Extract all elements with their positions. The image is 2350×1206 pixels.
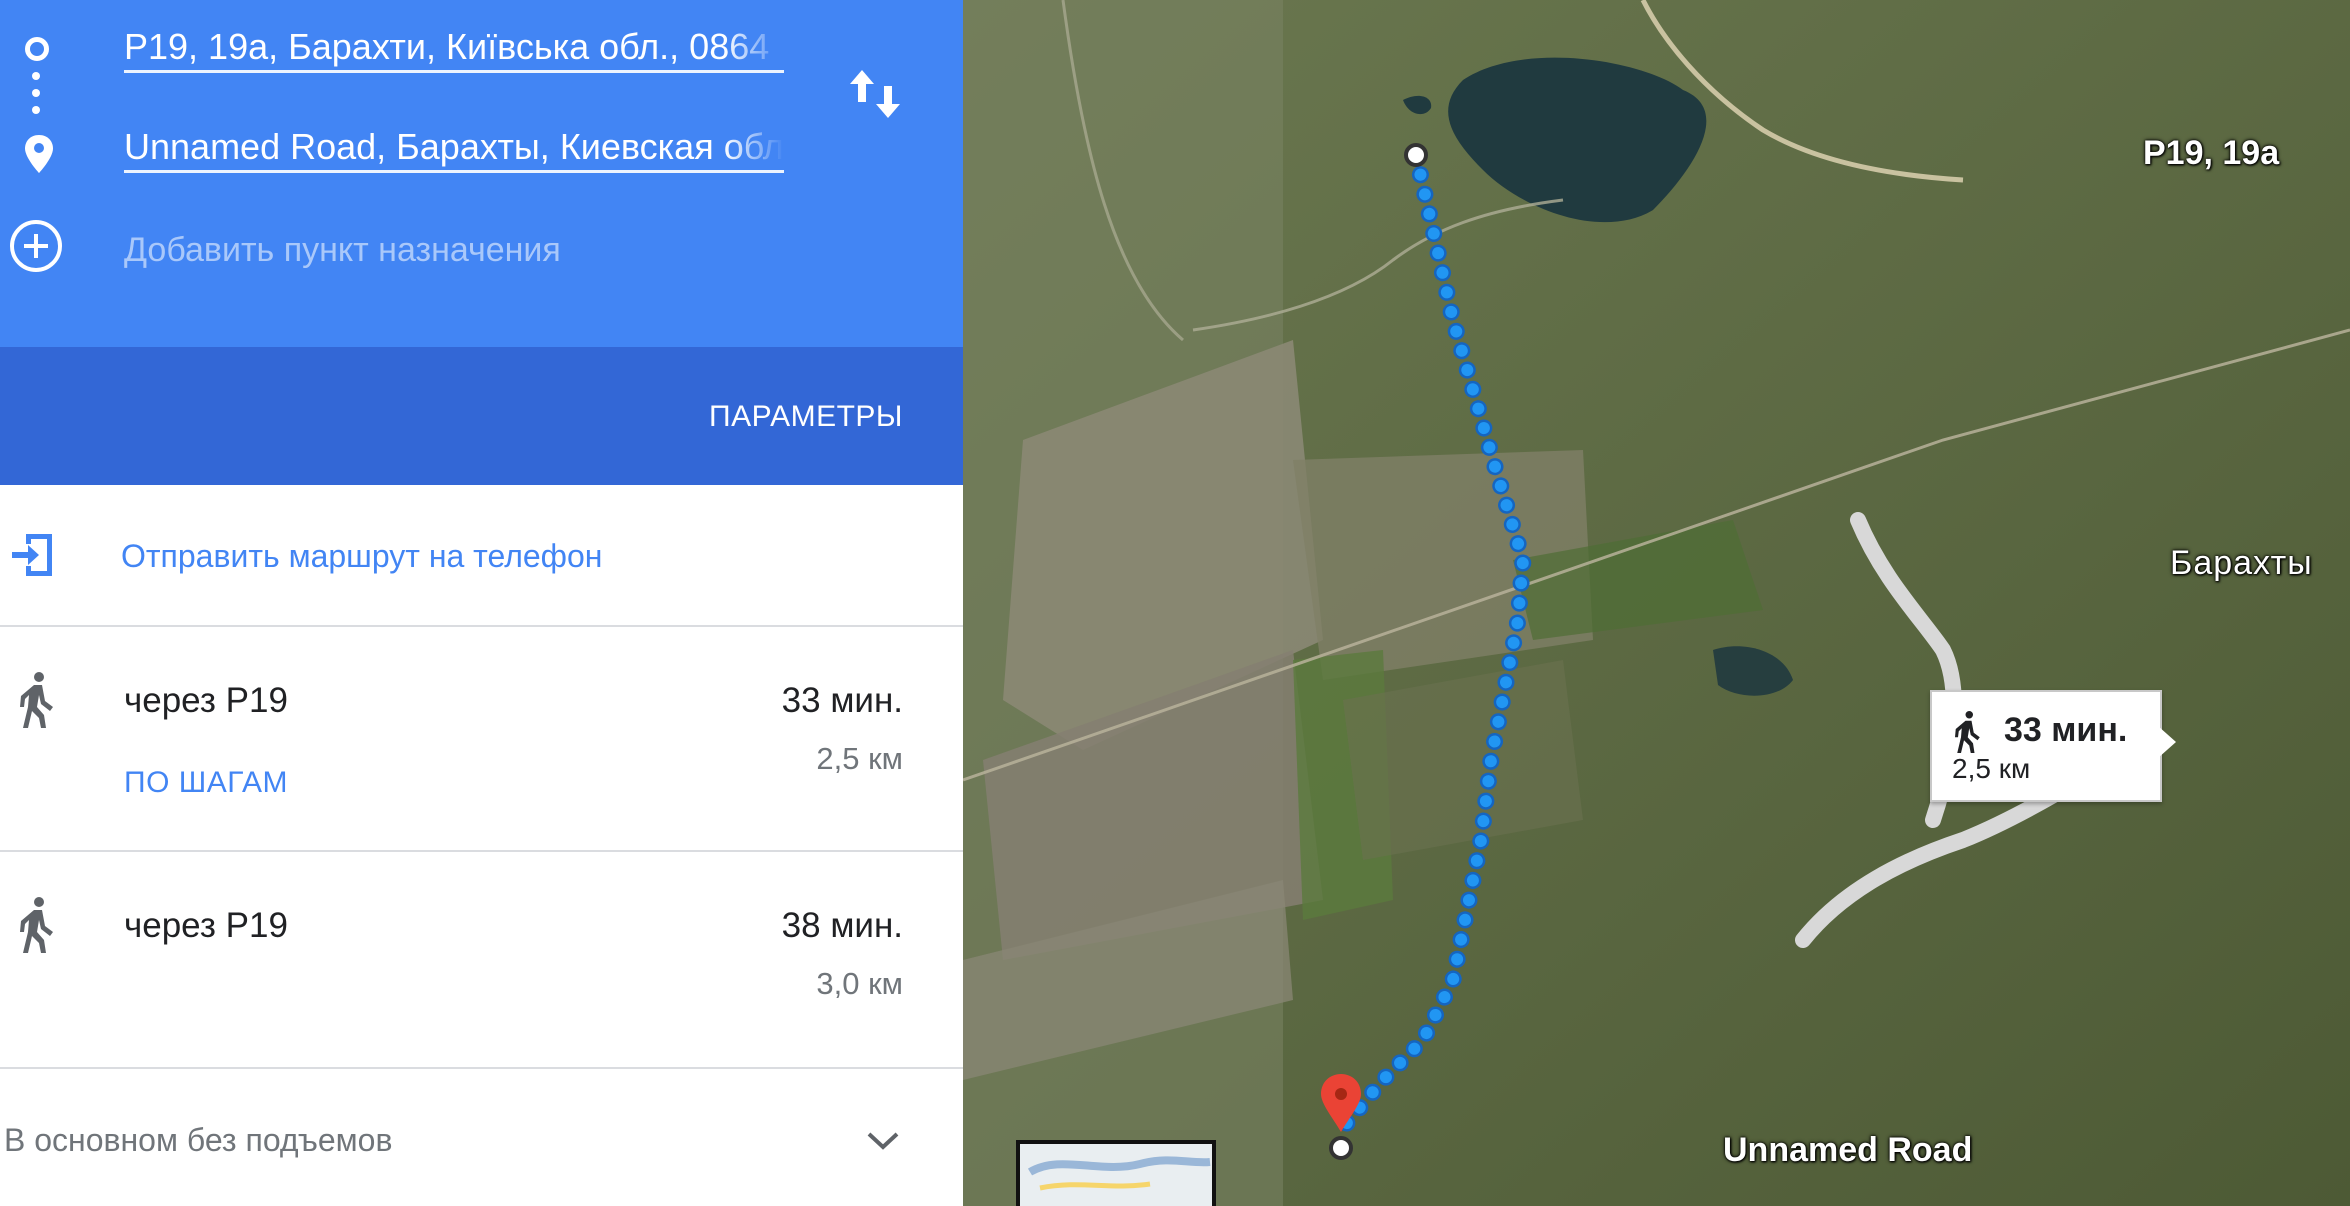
satellite-map[interactable] bbox=[963, 0, 2350, 1206]
route-time: 38 мин. bbox=[781, 906, 903, 945]
walk-icon bbox=[20, 897, 53, 953]
minimap-thumbnail[interactable] bbox=[1016, 1140, 1216, 1206]
card-distance: 2,5 км bbox=[1952, 753, 2031, 784]
route-via: через Р19 bbox=[124, 906, 288, 945]
origin-value: P19, 19a, Барахти, Київська обл., 0864 bbox=[124, 26, 770, 67]
route-distance: 3,0 км bbox=[816, 966, 903, 1001]
route-via: через Р19 bbox=[124, 681, 288, 720]
route-time: 33 мин. bbox=[781, 681, 903, 720]
origin-field[interactable]: P19, 19a, Барахти, Київська обл., 0864 bbox=[124, 24, 784, 73]
steps-link[interactable]: ПО ШАГАМ bbox=[124, 763, 288, 803]
start-label: P19, 19a bbox=[2143, 134, 2280, 172]
directions-header: P19, 19a, Барахти, Київська обл., 0864 U… bbox=[0, 0, 963, 347]
directions-panel: P19, 19a, Барахти, Київська обл., 0864 U… bbox=[0, 0, 963, 1206]
destination-value: Unnamed Road, Барахты, Киевская обл bbox=[124, 126, 784, 167]
params-bar: ПАРАМЕТРЫ bbox=[0, 347, 963, 485]
town-label: Барахты bbox=[2170, 544, 2313, 582]
send-to-phone-icon[interactable] bbox=[10, 530, 58, 580]
map-imagery[interactable] bbox=[963, 0, 2350, 1206]
elevation-row[interactable]: В основном без подъемов bbox=[0, 1070, 963, 1206]
end-label: Unnamed Road bbox=[1723, 1131, 1973, 1169]
walk-icon bbox=[20, 672, 53, 728]
route-waypoint-icons bbox=[0, 0, 80, 347]
maps-directions-screen: P19, 19a, Барахти, Київська обл., 0864 U… bbox=[0, 0, 2350, 1206]
send-to-phone-link[interactable]: Отправить маршрут на телефон bbox=[121, 534, 602, 578]
route-info-card[interactable]: 33 мин. 2,5 км bbox=[1930, 690, 2176, 802]
elevation-label: В основном без подъемов bbox=[4, 1122, 393, 1158]
route-option-2[interactable]: через Р19 38 мин. 3,0 км bbox=[0, 852, 963, 1069]
card-time: 33 мин. bbox=[2004, 711, 2128, 749]
swap-arrows-icon[interactable] bbox=[848, 66, 902, 122]
route-dots-icon bbox=[32, 72, 40, 132]
add-circle-icon[interactable] bbox=[8, 218, 64, 274]
params-button[interactable]: ПАРАМЕТРЫ bbox=[709, 397, 903, 437]
route-option-1[interactable]: через Р19 33 мин. 2,5 км ПО ШАГАМ bbox=[0, 627, 963, 852]
add-destination-field[interactable]: Добавить пункт назначения bbox=[124, 228, 561, 272]
route-distance: 2,5 км bbox=[816, 741, 903, 776]
walk-icon bbox=[1955, 711, 1980, 753]
chevron-down-icon[interactable] bbox=[866, 1130, 900, 1152]
destination-pin-icon bbox=[25, 135, 53, 173]
destination-field[interactable]: Unnamed Road, Барахты, Киевская обл bbox=[124, 124, 784, 173]
origin-circle-icon bbox=[25, 37, 49, 61]
